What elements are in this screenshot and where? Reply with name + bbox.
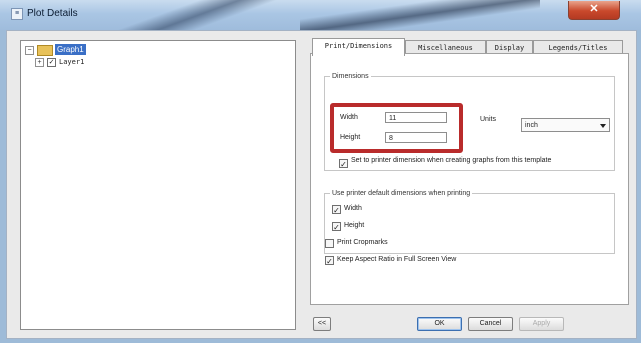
apply-button[interactable]: Apply [519,317,564,331]
units-label: Units [480,116,496,123]
tree-item-layer1[interactable]: + ✓ Layer1 [35,56,125,68]
printer-height-label: Height [344,222,365,229]
title-bar-decoration [90,0,320,30]
plot-details-window: ≡ Plot Details ✕ − Graph1 + ✓ Layer1 Pri… [0,0,641,343]
keep-aspect-ratio-label: Keep Aspect Ratio in Full Screen View [337,256,457,263]
tab-print-dimensions[interactable]: Print/Dimensions [312,38,405,56]
layer-checkbox[interactable]: ✓ [47,58,56,67]
graph-folder-icon [37,45,53,56]
highlight-annotation [330,103,463,153]
units-select[interactable]: inch [521,118,610,132]
printer-defaults-group-title: Use printer default dimensions when prin… [330,189,473,198]
keep-aspect-ratio-checkbox[interactable]: ✓ [325,256,334,266]
print-cropmarks-checkbox[interactable] [325,239,334,248]
set-printer-dimension-checkbox[interactable]: ✓ [339,159,348,169]
printer-width-label: Width [344,205,362,212]
cancel-button[interactable]: Cancel [468,317,513,331]
tree-item-label: Layer1 [59,58,85,66]
printer-height-checkbox[interactable]: ✓ [332,222,341,232]
layer-tree[interactable]: − Graph1 + ✓ Layer1 [20,40,296,330]
collapse-icon[interactable]: − [25,46,34,55]
print-dimensions-panel: Dimensions Width 11 Height 8 Units inch … [310,53,629,305]
dialog-client: − Graph1 + ✓ Layer1 Print/Dimensions Mis… [6,30,637,339]
chevron-down-icon [600,124,606,128]
dimensions-group-title: Dimensions [330,72,371,81]
title-bar[interactable]: ≡ Plot Details ✕ [0,0,641,30]
collapse-panel-button[interactable]: << [313,317,331,331]
set-printer-dimension-label: Set to printer dimension when creating g… [351,157,552,164]
print-cropmarks-label: Print Cropmarks [337,239,388,246]
units-select-value: inch [525,122,538,129]
title-bar-decoration [300,0,540,30]
tree-item-label: Graph1 [55,44,86,55]
printer-width-checkbox[interactable]: ✓ [332,205,341,215]
window-icon: ≡ [11,8,23,20]
tree-item-graph1[interactable]: − Graph1 [25,44,115,56]
window-title: Plot Details [27,8,78,19]
ok-button[interactable]: OK [417,317,462,331]
expand-icon[interactable]: + [35,58,44,67]
close-button[interactable]: ✕ [568,1,620,20]
